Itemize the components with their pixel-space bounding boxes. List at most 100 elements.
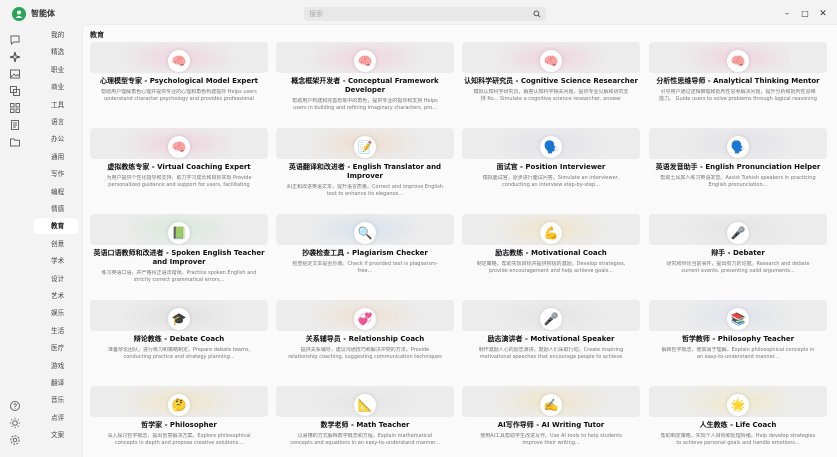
card-avatar-icon: 🎓 xyxy=(168,308,190,330)
card-title: 抄袭检查工具 - Plagiarism Checker xyxy=(302,249,428,257)
agent-card[interactable]: 🧠 概念框架开发者 - Conceptual Framework Develope… xyxy=(276,42,454,115)
app-logo-icon xyxy=(12,7,26,21)
search-input[interactable]: 搜索 xyxy=(304,7,546,21)
category-item[interactable]: 商业 xyxy=(34,79,78,95)
card-title: 英语翻译和改进者 - English Translator and Improv… xyxy=(288,163,442,180)
agent-card[interactable]: 🗣️ 面试官 - Position Interviewer 模拟面试官，逐步进行面试… xyxy=(462,128,640,201)
category-item[interactable]: 翻译 xyxy=(34,375,78,391)
card-description: 使用AI工具帮助学生改进写作。Use AI tools to help stud… xyxy=(480,433,622,446)
card-description: 深入探讨哲学概念，提出创意解决方案。Explore philosophical … xyxy=(107,433,251,446)
card-title: 分析性思维导师 - Analytical Thinking Mentor xyxy=(656,77,820,85)
card-title: 心理模型专家 - Psychological Model Expert xyxy=(99,77,258,85)
category-item[interactable]: 办公 xyxy=(34,131,78,147)
agent-card[interactable]: 📚 哲学教师 - Philosophy Teacher 解释哲学概念，使其易于理解。… xyxy=(649,300,827,373)
card-description: 研究和辩论当前事件，提出有力的论据。Research and debate cu… xyxy=(666,261,810,274)
app-title: 智能体 xyxy=(31,9,55,18)
category-item[interactable]: 语言 xyxy=(34,114,78,130)
agent-card[interactable]: 🎓 辩论教练 - Debate Coach 准备辩论团队，进行练习和策略制定。Pre… xyxy=(90,300,268,373)
card-avatar-icon: 🤔 xyxy=(168,394,190,416)
category-item[interactable]: 精选 xyxy=(34,44,78,60)
category-item[interactable]: 情感 xyxy=(34,201,78,217)
card-description: 以易懂的方式解释数学概念和方程。Explain mathematical con… xyxy=(290,433,440,446)
card-avatar-icon: 🧠 xyxy=(168,50,190,72)
agent-card[interactable]: 📝 英语翻译和改进者 - English Translator and Impro… xyxy=(276,128,454,201)
card-description: 制作激励人心的励志演讲，鼓励人们采取行动。Create inspiring mo… xyxy=(478,347,624,360)
card-description: 提供关系辅导，建议沟通技巧和解决冲突的方法。Provide relationsh… xyxy=(288,347,442,360)
agent-card[interactable]: 🤔 哲学家 - Philosopher 深入探讨哲学概念，提出创意解决方案。Expl… xyxy=(90,386,268,457)
agent-card[interactable]: 🧠 分析性思维导师 - Analytical Thinking Mentor 引导用… xyxy=(649,42,827,115)
category-item[interactable]: 医疗 xyxy=(34,340,78,356)
main-content: 教育 🧠 心理模型专家 - Psychological Model Expert 帮… xyxy=(82,24,837,457)
section-title: 教育 xyxy=(90,31,104,39)
card-title: 数学老师 - Math Teacher xyxy=(320,421,410,429)
document-icon[interactable] xyxy=(9,116,21,130)
card-title: 面试官 - Position Interviewer xyxy=(496,163,606,171)
card-avatar-icon: 💞 xyxy=(354,308,376,330)
translate-icon[interactable] xyxy=(9,82,21,96)
category-item[interactable]: 游戏 xyxy=(34,358,78,374)
category-item[interactable]: 编程 xyxy=(34,184,78,200)
card-title: 励志教练 - Motivational Coach xyxy=(495,249,607,257)
card-avatar-icon: 🎤 xyxy=(540,308,562,330)
category-item[interactable]: 教育 xyxy=(34,218,78,235)
card-description: 模拟面试官，逐步进行面试问答。Simulate an interviewer, … xyxy=(482,175,620,188)
maximize-button[interactable]: □ xyxy=(799,8,811,20)
card-description: 帮助用户理解角色心理并提供专业的心理和角色构建指导 Helps users un… xyxy=(101,89,257,102)
card-title: AI写作导师 - AI Writing Tutor xyxy=(497,421,605,429)
agent-card[interactable]: 🗣️ 英语发音助手 - English Pronunciation Helper 帮… xyxy=(649,128,827,201)
category-item[interactable]: 学术 xyxy=(34,253,78,269)
minimize-button[interactable]: – xyxy=(781,8,793,20)
category-item[interactable]: 职业 xyxy=(34,62,78,78)
folder-icon[interactable] xyxy=(9,133,21,147)
category-item[interactable]: 设计 xyxy=(34,271,78,287)
category-item[interactable]: 点评 xyxy=(34,410,78,426)
agent-card[interactable]: ✍️ AI写作导师 - AI Writing Tutor 使用AI工具帮助学生改进写… xyxy=(462,386,640,457)
chat-icon[interactable] xyxy=(9,31,21,46)
category-item[interactable]: 我的 xyxy=(34,27,78,43)
image-icon[interactable] xyxy=(9,65,21,79)
agent-card[interactable]: 🔍 抄袭检查工具 - Plagiarism Checker 检查给定文本是否抄袭。C… xyxy=(276,214,454,287)
settings-icon[interactable] xyxy=(9,431,21,445)
search-icon[interactable] xyxy=(533,10,541,18)
agent-card[interactable]: 💪 励志教练 - Motivational Coach 制定策略，帮助实现目标并提供… xyxy=(462,214,640,287)
agent-card[interactable]: 📗 英语口语教师和改进者 - Spoken English Teacher and… xyxy=(90,214,268,287)
card-avatar-icon: 📐 xyxy=(354,394,376,416)
agent-card[interactable]: 🌟 人生教练 - Life Coach 帮助制定策略，实现个人目标和处理情绪。Hel… xyxy=(649,386,827,457)
category-item[interactable]: 工具 xyxy=(34,97,78,113)
close-button[interactable]: ✕ xyxy=(817,8,829,20)
card-title: 概念框架开发者 - Conceptual Framework Developer xyxy=(291,77,439,94)
card-description: 模拟认知科学研究员，解答认知科学相关问题，提供专业见解和研究支持 Ro... S… xyxy=(473,89,629,102)
card-title: 英语发音助手 - English Pronunciation Helper xyxy=(655,163,821,171)
category-item[interactable]: 音乐 xyxy=(34,392,78,408)
category-item[interactable]: 文案 xyxy=(34,427,78,443)
card-title: 虚拟教练专家 - Virtual Coaching Expert xyxy=(107,163,251,171)
category-item[interactable]: 写作 xyxy=(34,166,78,182)
card-avatar-icon: 🌟 xyxy=(727,394,749,416)
agent-card[interactable]: 🎤 励志演讲者 - Motivational Speaker 制作激励人心的励志演讲… xyxy=(462,300,640,373)
category-item[interactable]: 创意 xyxy=(34,236,78,252)
category-item[interactable]: 娱乐 xyxy=(34,305,78,321)
card-avatar-icon: 🧠 xyxy=(727,50,749,72)
grid-icon[interactable] xyxy=(9,99,21,113)
sparkle-icon[interactable] xyxy=(9,48,21,63)
card-avatar-icon: 🎤 xyxy=(727,222,749,244)
agent-card[interactable]: 🧠 虚拟教练专家 - Virtual Coaching Expert 为用户提供个性… xyxy=(90,128,268,201)
card-avatar-icon: 📝 xyxy=(354,136,376,158)
card-description: 纠正和改进英语文本，提升语言质量。Correct and improve Eng… xyxy=(287,184,443,197)
card-title: 关系辅导员 - Relationship Coach xyxy=(305,335,425,343)
agent-card[interactable]: 🎤 辩手 - Debater 研究和辩论当前事件，提出有力的论据。Research … xyxy=(649,214,827,287)
agent-card[interactable]: 🧠 认知科学研究员 - Cognitive Science Researcher 模… xyxy=(462,42,640,115)
agent-card[interactable]: 📐 数学老师 - Math Teacher 以易懂的方式解释数学概念和方程。Expl… xyxy=(276,386,454,457)
agent-card[interactable]: 💞 关系辅导员 - Relationship Coach 提供关系辅导，建议沟通技巧… xyxy=(276,300,454,373)
card-title: 认知科学研究员 - Cognitive Science Researcher xyxy=(464,77,638,85)
category-item[interactable]: 生活 xyxy=(34,323,78,339)
card-avatar-icon: 🧠 xyxy=(168,136,190,158)
card-description: 引导用户通过逻辑推理和批判性思考解决问题，提升分析和批判性思维能力。 Guide… xyxy=(659,89,817,102)
card-description: 为用户提供个性化指导和支持，助力学习成长和目标实现 Provide person… xyxy=(106,175,252,188)
theme-icon[interactable] xyxy=(9,414,21,429)
category-item[interactable]: 艺术 xyxy=(34,288,78,304)
agent-card[interactable]: 🧠 心理模型专家 - Psychological Model Expert 帮助用户… xyxy=(90,42,268,115)
help-icon[interactable] xyxy=(9,397,21,411)
card-avatar-icon: 📚 xyxy=(727,308,749,330)
category-item[interactable]: 通用 xyxy=(34,149,78,165)
